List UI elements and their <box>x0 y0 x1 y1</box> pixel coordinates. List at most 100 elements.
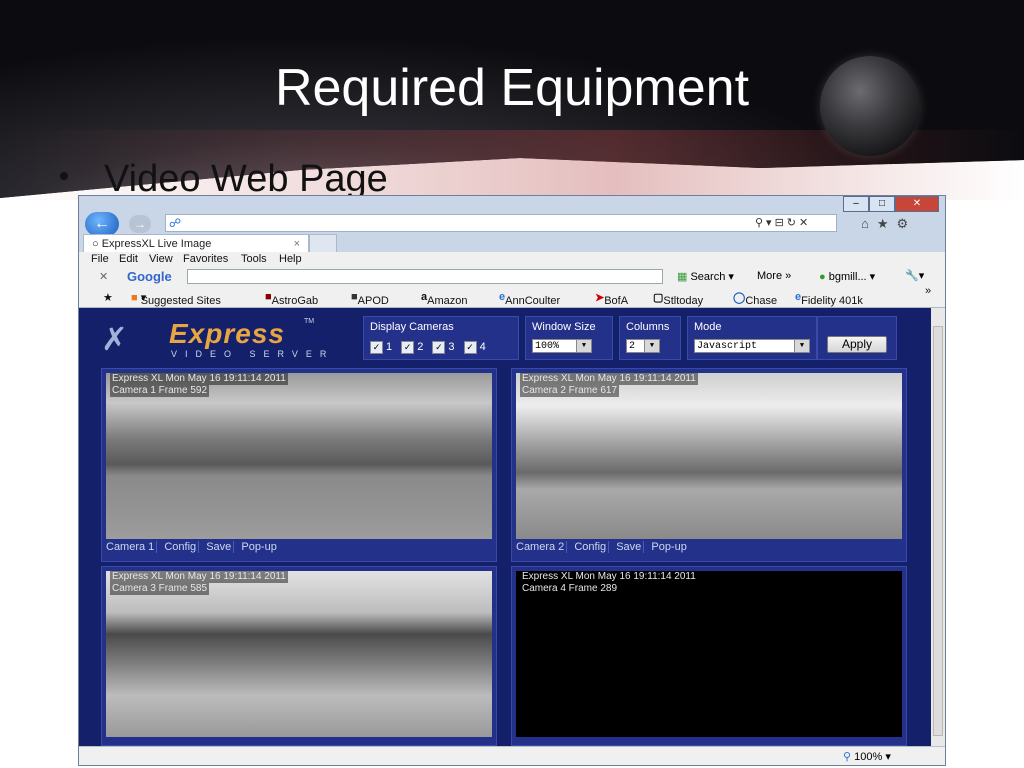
window-size-label: Window Size <box>532 321 596 333</box>
scrollbar-thumb[interactable] <box>933 326 943 736</box>
camera-4-image[interactable]: Express XL Mon May 16 19:11:14 2011 Came… <box>516 571 902 737</box>
google-user-label: bgmill... <box>828 271 867 283</box>
camera-timestamp: Express XL Mon May 16 19:11:14 2011 <box>520 571 698 583</box>
camera-2-image[interactable]: Express XL Mon May 16 19:11:14 2011 Came… <box>516 373 902 539</box>
camera-2-checkbox[interactable]: ✓ <box>401 341 415 354</box>
camera-3-checkbox[interactable]: ✓ <box>432 341 446 354</box>
camera-frame: Camera 1 Frame 592 <box>110 385 210 397</box>
page-content: ✗ Express TM VIDEO SERVER Display Camera… <box>79 308 931 746</box>
fav-bofa[interactable]: ➤ BofA <box>595 291 628 307</box>
camera-3-image[interactable]: Express XL Mon May 16 19:11:14 2011 Came… <box>106 571 492 737</box>
menu-bar: File Edit View Favorites Tools Help <box>79 252 945 267</box>
google-search-input[interactable] <box>187 269 663 284</box>
zoom-icon: ⚲ <box>843 751 852 763</box>
zoom-control[interactable]: ⚲ 100% ▾ <box>843 750 891 763</box>
wrench-icon[interactable]: 🔧▾ <box>905 269 924 282</box>
favorites-overflow-icon[interactable]: » <box>925 285 931 297</box>
menu-view[interactable]: View <box>149 253 173 265</box>
dropdown-arrow-icon: ▼ <box>576 340 591 352</box>
search-icon: ▦ <box>677 271 688 283</box>
save-link[interactable]: Save <box>614 541 645 553</box>
fav-apod[interactable]: ■ APOD <box>351 291 389 307</box>
menu-help[interactable]: Help <box>279 253 302 265</box>
camera-frame: Camera 4 Frame 289 <box>520 583 620 595</box>
new-tab-button[interactable] <box>309 234 337 252</box>
camera-frame: Camera 2 Frame 617 <box>520 385 620 397</box>
slide-title: Required Equipment <box>274 59 750 117</box>
user-status-icon: ● <box>819 271 826 283</box>
columns-select[interactable]: 2 ▼ <box>626 339 660 353</box>
tab-loading-icon: ○ <box>92 238 99 250</box>
favorites-star-icon[interactable]: ★ <box>103 291 113 304</box>
favorites-bar: ★ ■ Suggested Sites ▾ ■ AstroGab ■ APOD … <box>79 285 945 308</box>
logo-subtitle: VIDEO SERVER <box>171 349 335 359</box>
camera-checkboxes: ✓ 1 ✓ 2 ✓ 3 ✓ 4 <box>370 341 492 354</box>
config-link[interactable]: Config <box>572 541 610 553</box>
google-logo: Google <box>127 269 172 284</box>
address-tools[interactable]: ⚲▾⊟↻✕ <box>755 216 811 229</box>
camera-4-panel: Express XL Mon May 16 19:11:14 2011 Came… <box>511 566 907 746</box>
fav-suggested-sites[interactable]: ■ Suggested Sites ▾ <box>131 291 221 307</box>
google-search-button[interactable]: ▦ Search ▾ <box>677 270 734 283</box>
camera-frame: Camera 3 Frame 585 <box>110 583 210 595</box>
google-close-icon[interactable]: ✕ <box>99 270 108 283</box>
display-cameras-label: Display Cameras <box>370 321 454 333</box>
save-link[interactable]: Save <box>204 541 235 553</box>
mode-value: Javascript <box>697 341 758 352</box>
camera-1-image[interactable]: Express XL Mon May 16 19:11:14 2011 Came… <box>106 373 492 539</box>
camera-1-links: Camera 1 Config Save Pop-up <box>104 541 494 559</box>
camera-1-checkbox[interactable]: ✓ <box>370 341 383 354</box>
google-search-label: Search <box>690 271 726 283</box>
tab-expressxl[interactable]: ○ ExpressXL Live Image × <box>83 234 309 252</box>
fav-chase[interactable]: ◯ Chase <box>733 291 777 307</box>
forward-button[interactable]: → <box>129 215 151 233</box>
dropdown-arrow-icon: ▼ <box>644 340 659 352</box>
mode-group: Mode Javascript ▼ <box>687 316 817 360</box>
address-row: ← → ☍ ⚲▾⊟↻✕ ⌂★⚙ <box>79 210 945 236</box>
window-size-group: Window Size 100% ▼ <box>525 316 613 360</box>
fav-stltoday[interactable]: ▢ Stltoday <box>653 291 703 307</box>
camera-2-link[interactable]: Camera 2 <box>514 541 568 553</box>
back-button[interactable]: ← <box>85 212 119 236</box>
camera-4-check-label: 4 <box>479 341 486 354</box>
google-user-button[interactable]: ● bgmill... ▾ <box>819 270 875 283</box>
camera-3-check-label: 3 <box>448 341 455 354</box>
menu-edit[interactable]: Edit <box>119 253 138 265</box>
browser-toolbar-icons[interactable]: ⌂★⚙ <box>861 216 916 232</box>
google-toolbar: ✕ Google ▦ Search ▾ More » ● bgmill... ▾… <box>79 267 945 287</box>
mode-select[interactable]: Javascript ▼ <box>694 339 810 353</box>
menu-favorites[interactable]: Favorites <box>183 253 228 265</box>
tab-title: ExpressXL Live Image <box>101 238 212 250</box>
bullet-dot-icon <box>60 172 68 180</box>
columns-value: 2 <box>629 341 636 352</box>
mode-label: Mode <box>694 321 722 333</box>
camera-1-link[interactable]: Camera 1 <box>104 541 158 553</box>
window-size-select[interactable]: 100% ▼ <box>532 339 592 353</box>
config-link[interactable]: Config <box>162 541 200 553</box>
display-cameras-group: Display Cameras ✓ 1 ✓ 2 ✓ 3 ✓ 4 <box>363 316 519 360</box>
camera-1-panel: Express XL Mon May 16 19:11:14 2011 Came… <box>101 368 497 562</box>
google-more-button[interactable]: More » <box>757 270 791 282</box>
tab-close-icon[interactable]: × <box>294 235 300 253</box>
zoom-value: 100% <box>854 751 883 763</box>
address-bar[interactable] <box>165 214 837 232</box>
fav-fidelity[interactable]: e Fidelity 401k <box>795 291 863 307</box>
camera-1-check-label: 1 <box>386 341 393 354</box>
logo-mark-icon: ✗ <box>101 321 128 357</box>
popup-link[interactable]: Pop-up <box>239 541 278 553</box>
logo-trademark: TM <box>304 318 315 325</box>
vertical-scrollbar[interactable] <box>931 308 945 746</box>
apply-button[interactable]: Apply <box>827 336 887 353</box>
menu-file[interactable]: File <box>91 253 109 265</box>
express-logo: ✗ Express TM VIDEO SERVER <box>99 316 339 360</box>
fav-anncoulter[interactable]: e AnnCoulter <box>499 291 560 307</box>
columns-label: Columns <box>626 321 670 333</box>
menu-tools[interactable]: Tools <box>241 253 267 265</box>
fav-amazon[interactable]: a Amazon <box>421 291 467 307</box>
popup-link[interactable]: Pop-up <box>649 541 688 553</box>
dropdown-arrow-icon: ▼ <box>794 340 809 352</box>
fav-astrogab[interactable]: ■ AstroGab <box>265 291 318 307</box>
camera-timestamp: Express XL Mon May 16 19:11:14 2011 <box>520 373 698 385</box>
camera-4-checkbox[interactable]: ✓ <box>463 341 477 354</box>
status-bar: ⚲ 100% ▾ <box>79 746 945 765</box>
